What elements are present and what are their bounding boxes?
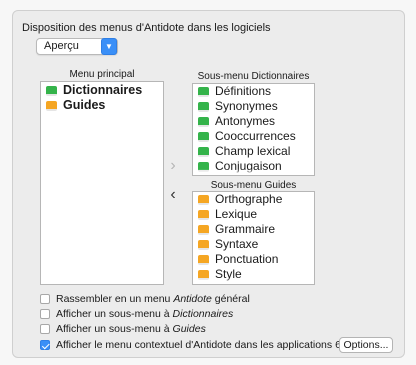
book-icon	[198, 146, 209, 157]
list-item-label: Antonymes	[215, 114, 276, 128]
scroll-fade	[193, 169, 314, 175]
move-right-button[interactable]: ›	[166, 157, 180, 175]
book-icon	[198, 209, 209, 220]
list-item[interactable]: Synonymes	[193, 99, 314, 114]
list-item[interactable]: Lexique	[193, 207, 314, 222]
option-dict-submenu[interactable]: Afficher un sous-menu à Dictionnaires	[40, 308, 233, 320]
dict-submenu-list[interactable]: Définitions Synonymes Antonymes Cooccurrenc…	[192, 83, 315, 176]
mode-popup-value: Aperçu	[44, 40, 79, 52]
checkbox-checked[interactable]	[40, 340, 50, 350]
list-item-label: Lexique	[215, 207, 258, 221]
move-left-button[interactable]: ‹	[166, 186, 180, 204]
list-item[interactable]: Dictionnaires	[41, 83, 163, 98]
section-heading: Disposition des menus d'Antidote dans le…	[22, 22, 271, 34]
list-item[interactable]: Antonymes	[193, 114, 314, 129]
option-label: Afficher le menu contextuel d'Antidote d…	[56, 339, 367, 351]
guides-submenu-title: Sous-menu Guides	[210, 180, 297, 191]
list-item[interactable]: Définitions	[193, 84, 314, 99]
main-menu-list[interactable]: Dictionnaires Guides	[40, 81, 164, 285]
main-menu-title: Menu principal	[69, 69, 135, 80]
options-button[interactable]: Options...	[339, 337, 393, 353]
option-label: Afficher un sous-menu à Dictionnaires	[56, 308, 234, 320]
list-item-label: Champ lexical	[215, 144, 291, 158]
checkbox[interactable]	[40, 324, 50, 334]
book-icon	[198, 131, 209, 142]
list-item-label: Syntaxe	[215, 237, 259, 251]
checkbox[interactable]	[40, 309, 50, 319]
scroll-fade	[193, 278, 314, 284]
dict-submenu-title: Sous-menu Dictionnaires	[197, 71, 310, 82]
book-icon	[198, 86, 209, 97]
list-item-label: Grammaire	[215, 222, 276, 236]
list-item[interactable]: Grammaire	[193, 222, 314, 237]
list-item[interactable]: Champ lexical	[193, 144, 314, 159]
list-item-label: Ponctuation	[215, 252, 279, 266]
list-item[interactable]: Syntaxe	[193, 237, 314, 252]
book-icon	[198, 254, 209, 265]
list-item-label: Dictionnaires	[63, 83, 143, 97]
guides-submenu-list[interactable]: Orthographe Lexique Grammaire Syntaxe Ponctu…	[192, 191, 315, 285]
book-icon	[46, 85, 57, 96]
list-item[interactable]: Cooccurrences	[193, 129, 314, 144]
book-icon	[198, 116, 209, 127]
option-context-menu[interactable]: Afficher le menu contextuel d'Antidote d…	[40, 339, 366, 351]
mode-popup[interactable]: Aperçu ▼	[36, 38, 118, 55]
list-item[interactable]: Ponctuation	[193, 252, 314, 267]
list-item-label: Synonymes	[215, 99, 278, 113]
list-item-label: Orthographe	[215, 192, 283, 206]
list-item[interactable]: Guides	[41, 98, 163, 113]
option-label: Afficher un sous-menu à Guides	[56, 323, 206, 335]
checkbox[interactable]	[40, 294, 50, 304]
list-item-label: Définitions	[215, 84, 272, 98]
book-icon	[198, 239, 209, 250]
list-item-label: Guides	[63, 98, 106, 112]
option-merge-menu[interactable]: Rassembler en un menu Antidote général	[40, 293, 250, 305]
chevron-down-icon: ▼	[101, 38, 117, 55]
book-icon	[198, 101, 209, 112]
book-icon	[198, 224, 209, 235]
list-item[interactable]: Orthographe	[193, 192, 314, 207]
list-item-label: Cooccurrences	[215, 129, 296, 143]
book-icon	[198, 285, 209, 286]
book-icon	[46, 100, 57, 111]
option-guides-submenu[interactable]: Afficher un sous-menu à Guides	[40, 323, 206, 335]
book-icon	[198, 194, 209, 205]
option-label: Rassembler en un menu Antidote général	[56, 293, 250, 305]
